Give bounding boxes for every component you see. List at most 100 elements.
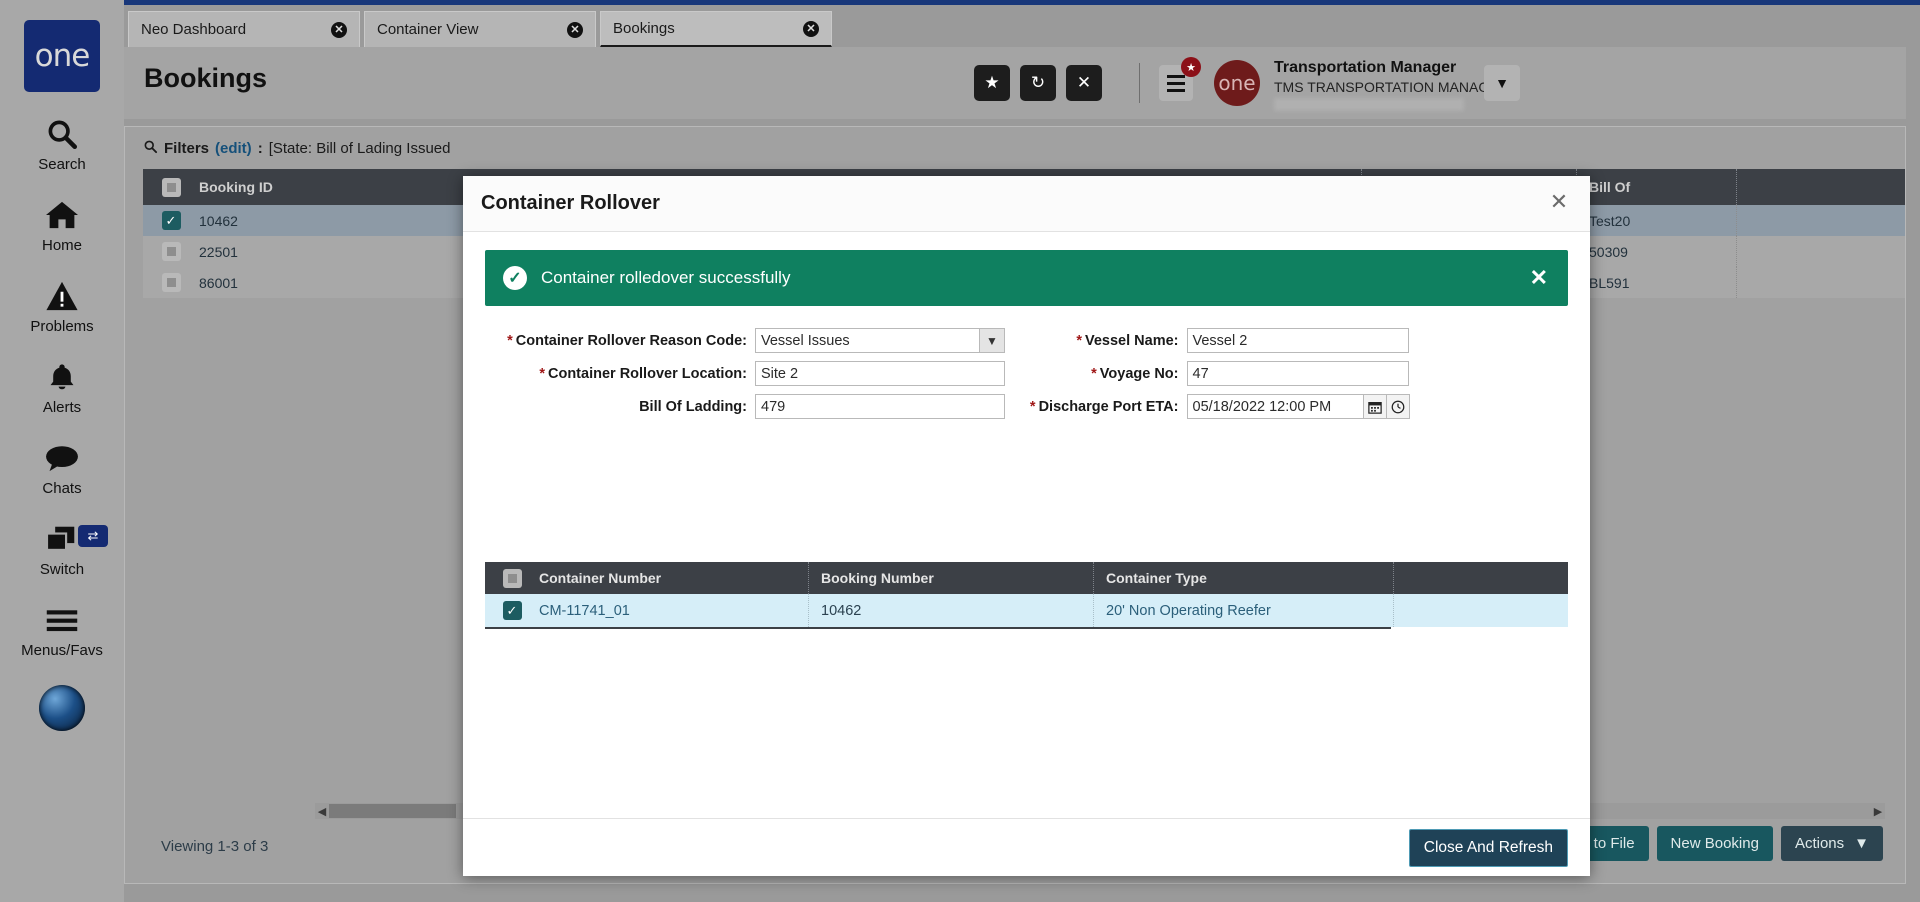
container-table-header: Container Number Booking Number Containe… (485, 562, 1568, 594)
cell-bill-of: 50309 (1577, 236, 1737, 267)
vessel-name-input[interactable]: Vessel 2 (1187, 328, 1409, 353)
sidebar-item-alerts[interactable]: Alerts (0, 357, 124, 416)
actions-label: Actions (1795, 835, 1844, 852)
sidebar-item-problems[interactable]: Problems (0, 276, 124, 335)
star-icon: ★ (1181, 57, 1201, 77)
close-icon[interactable]: ✕ (1546, 190, 1572, 216)
chevron-down-icon[interactable]: ▼ (980, 328, 1005, 353)
close-icon[interactable]: ✕ (567, 22, 583, 38)
row-select-cell[interactable] (143, 236, 187, 267)
select-all-header[interactable] (143, 169, 187, 205)
voyage-no-input[interactable]: 47 (1187, 361, 1409, 386)
application-root: one Search Home Problems Alerts (0, 0, 1920, 902)
user-role: TMS TRANSPORTATION MANAGER (1274, 79, 1509, 95)
filters-label: Filters (164, 140, 209, 157)
close-button[interactable]: ✕ (1066, 65, 1102, 101)
user-name: Transportation Manager (1274, 59, 1509, 77)
home-icon (44, 195, 80, 235)
hamburger-icon (44, 600, 80, 640)
field-container-rollover-location: *Container Rollover Location: Site 2 (485, 361, 1027, 386)
col-container-type[interactable]: Container Type (1094, 562, 1394, 594)
row-checkbox[interactable] (162, 211, 181, 230)
select-all-header[interactable] (485, 562, 527, 594)
user-menu-button[interactable]: ▼ (1484, 65, 1520, 101)
field-bill-of-ladding: Bill Of Ladding: 479 (485, 394, 1027, 419)
col-container-number[interactable]: Container Number (527, 562, 809, 594)
assistant-orb-icon[interactable] (39, 685, 85, 731)
sidebar-label-search: Search (38, 156, 86, 173)
header-action-buttons: ★ ↻ ✕ (974, 65, 1102, 101)
field-container-rollover-reason-code: *Container Rollover Reason Code: Vessel … (485, 328, 1027, 353)
sidebar-item-menus-favs[interactable]: Menus/Favs (0, 600, 124, 659)
sidebar-label-home: Home (42, 237, 82, 254)
scroll-left-icon[interactable]: ◀ (315, 805, 329, 818)
tab-container-view[interactable]: Container View ✕ (364, 11, 596, 47)
scrollbar-thumb[interactable] (329, 804, 456, 818)
required-marker: * (1030, 399, 1036, 415)
cell-container-number[interactable]: CM-11741_01 (527, 594, 809, 627)
sidebar-item-chats[interactable]: Chats (0, 438, 124, 497)
refresh-button[interactable]: ↻ (1020, 65, 1056, 101)
close-and-refresh-button[interactable]: Close And Refresh (1409, 829, 1568, 867)
filters-value: [State: Bill of Lading Issued (269, 140, 451, 157)
required-marker: * (1076, 333, 1082, 349)
form-column-right: *Vessel Name: Vessel 2 *Voyage No: 47 *D… (1027, 328, 1569, 427)
row-checkbox[interactable] (162, 273, 181, 292)
logo-text: one (35, 38, 90, 74)
sidebar-item-home[interactable]: Home (0, 195, 124, 254)
sidebar-label-switch-chats: Chats (42, 480, 81, 497)
user-info: Transportation Manager TMS TRANSPORTATIO… (1274, 59, 1509, 111)
container-table: Container Number Booking Number Containe… (485, 562, 1568, 629)
new-booking-button[interactable]: New Booking (1657, 826, 1773, 861)
discharge-port-eta-input[interactable]: 05/18/2022 12:00 PM (1187, 394, 1364, 419)
left-sidebar: one Search Home Problems Alerts (0, 0, 124, 902)
grid-col-bill-of[interactable]: Bill Of (1577, 169, 1737, 205)
scroll-right-icon[interactable]: ▶ (1871, 805, 1885, 818)
field-label: *Container Rollover Reason Code: (485, 333, 755, 349)
bill-of-ladding-input[interactable]: 479 (755, 394, 1005, 419)
avatar: one (1214, 60, 1260, 106)
sidebar-label-problems: Problems (30, 318, 93, 335)
chat-bubble-icon (44, 438, 80, 478)
favorite-button[interactable]: ★ (974, 65, 1010, 101)
select-all-checkbox[interactable] (162, 178, 181, 197)
required-marker: * (1091, 366, 1097, 382)
row-checkbox[interactable] (503, 601, 522, 620)
close-icon[interactable]: ✕ (803, 21, 819, 37)
tab-neo-dashboard[interactable]: Neo Dashboard ✕ (128, 11, 360, 47)
tab-label: Container View (377, 21, 567, 38)
menu-button-wrapper[interactable]: ★ (1159, 65, 1193, 101)
field-label: Bill Of Ladding: (485, 399, 755, 415)
one-logo[interactable]: one (24, 20, 100, 92)
field-vessel-name: *Vessel Name: Vessel 2 (1027, 328, 1569, 353)
select-all-checkbox[interactable] (503, 569, 522, 588)
header-divider (1139, 63, 1140, 103)
rollover-location-input[interactable]: Site 2 (755, 361, 1005, 386)
tab-bookings[interactable]: Bookings ✕ (600, 11, 832, 47)
col-booking-number[interactable]: Booking Number (809, 562, 1094, 594)
cell-container-type[interactable]: 20' Non Operating Reefer (1094, 594, 1394, 627)
bell-icon (46, 357, 78, 397)
row-checkbox[interactable] (162, 242, 181, 261)
row-select-cell[interactable] (143, 205, 187, 236)
filters-edit-link[interactable]: (edit) (215, 140, 252, 157)
row-select-cell[interactable] (143, 267, 187, 298)
sidebar-item-search[interactable]: Search (0, 114, 124, 173)
dialog-title: Container Rollover (481, 192, 660, 215)
actions-button[interactable]: Actions ▼ (1781, 826, 1883, 861)
reason-code-value[interactable]: Vessel Issues (755, 328, 980, 353)
field-label: *Container Rollover Location: (485, 366, 755, 382)
close-icon[interactable]: ✕ (331, 22, 347, 38)
calendar-icon[interactable] (1364, 394, 1387, 419)
row-select-cell[interactable] (485, 594, 527, 627)
table-row[interactable]: CM-11741_01 10462 20' Non Operating Reef… (485, 594, 1568, 627)
swap-arrows-icon[interactable]: ⇄ (78, 525, 108, 547)
refresh-icon: ↻ (1031, 73, 1045, 93)
clock-icon[interactable] (1387, 394, 1410, 419)
field-voyage-no: *Voyage No: 47 (1027, 361, 1569, 386)
alert-dismiss-button[interactable]: ✕ (1530, 265, 1548, 291)
sidebar-item-switch[interactable]: ⇄ Switch (0, 519, 124, 578)
reason-code-select[interactable]: Vessel Issues ▼ (755, 328, 1005, 353)
required-marker: * (539, 366, 545, 382)
table-bottom-border (485, 627, 1391, 629)
